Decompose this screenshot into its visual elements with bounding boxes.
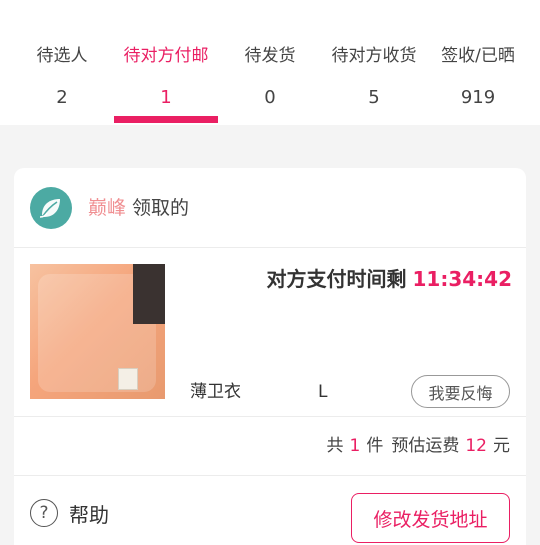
claimer-name[interactable]: 巅峰 <box>88 197 126 219</box>
item-size: L <box>318 382 328 402</box>
tab-label: 待对方付邮 <box>123 46 209 66</box>
tab-count: 919 <box>460 87 496 108</box>
payment-countdown: 对方支付时间剩 11:34:42 <box>267 264 513 294</box>
tab-count: 5 <box>368 87 380 108</box>
countdown-label: 对方支付时间剩 <box>266 267 407 291</box>
shipping-currency: 元 <box>493 436 510 456</box>
tab-pending-receipt[interactable]: 待对方收货 5 <box>322 0 426 125</box>
tab-label: 待对方收货 <box>331 46 417 66</box>
tab-pending-shipment[interactable]: 待发货 0 <box>218 0 322 125</box>
edit-shipping-address-button[interactable]: 修改发货地址 <box>351 493 510 543</box>
shipping-fee: 12 <box>465 436 487 456</box>
item-name: 薄卫衣 <box>190 382 241 402</box>
help-label: 帮助 <box>69 502 109 527</box>
tab-active-indicator <box>114 116 218 123</box>
tab-label: 待发货 <box>244 46 296 66</box>
tab-count: 0 <box>264 87 276 108</box>
tab-label: 待选人 <box>36 46 88 66</box>
product-image[interactable] <box>30 264 165 399</box>
countdown-time: 11:34:42 <box>412 267 513 291</box>
claimer-info: 巅峰 领取的 <box>88 195 189 221</box>
tab-signed-shared[interactable]: 签收/已晒 919 <box>426 0 530 125</box>
product-image-background <box>133 264 165 324</box>
shipping-label: 预估运费 <box>391 436 460 456</box>
tab-pending-shipping-payment[interactable]: 待对方付邮 1 <box>114 0 218 125</box>
tab-pending-selection[interactable]: 待选人 2 <box>10 0 114 125</box>
summary-count: 1 <box>349 436 361 456</box>
help-link[interactable]: ? 帮助 <box>30 498 109 528</box>
product-image-tag <box>118 368 138 390</box>
summary-prefix: 共 <box>326 436 344 456</box>
status-tab-bar: 待选人 2 待对方付邮 1 待发货 0 待对方收货 5 签收/已晒 919 <box>0 0 540 125</box>
leaf-logo-icon[interactable] <box>30 187 72 229</box>
order-summary: 共 1 件预估运费 12 元 <box>327 434 510 458</box>
tab-count: 2 <box>56 87 68 108</box>
divider <box>14 416 526 417</box>
order-card: 巅峰 领取的 对方支付时间剩 11:34:42 薄卫衣 L 我要反悔 共 1 件预估运费… <box>14 168 526 545</box>
claimer-suffix: 领取的 <box>132 197 190 219</box>
tab-label: 签收/已晒 <box>441 46 515 66</box>
tab-count: 1 <box>160 87 172 108</box>
question-circle-icon: ? <box>30 499 58 527</box>
divider <box>14 475 526 476</box>
divider <box>14 247 526 248</box>
regret-button[interactable]: 我要反悔 <box>411 375 510 408</box>
summary-unit: 件 <box>366 436 384 456</box>
